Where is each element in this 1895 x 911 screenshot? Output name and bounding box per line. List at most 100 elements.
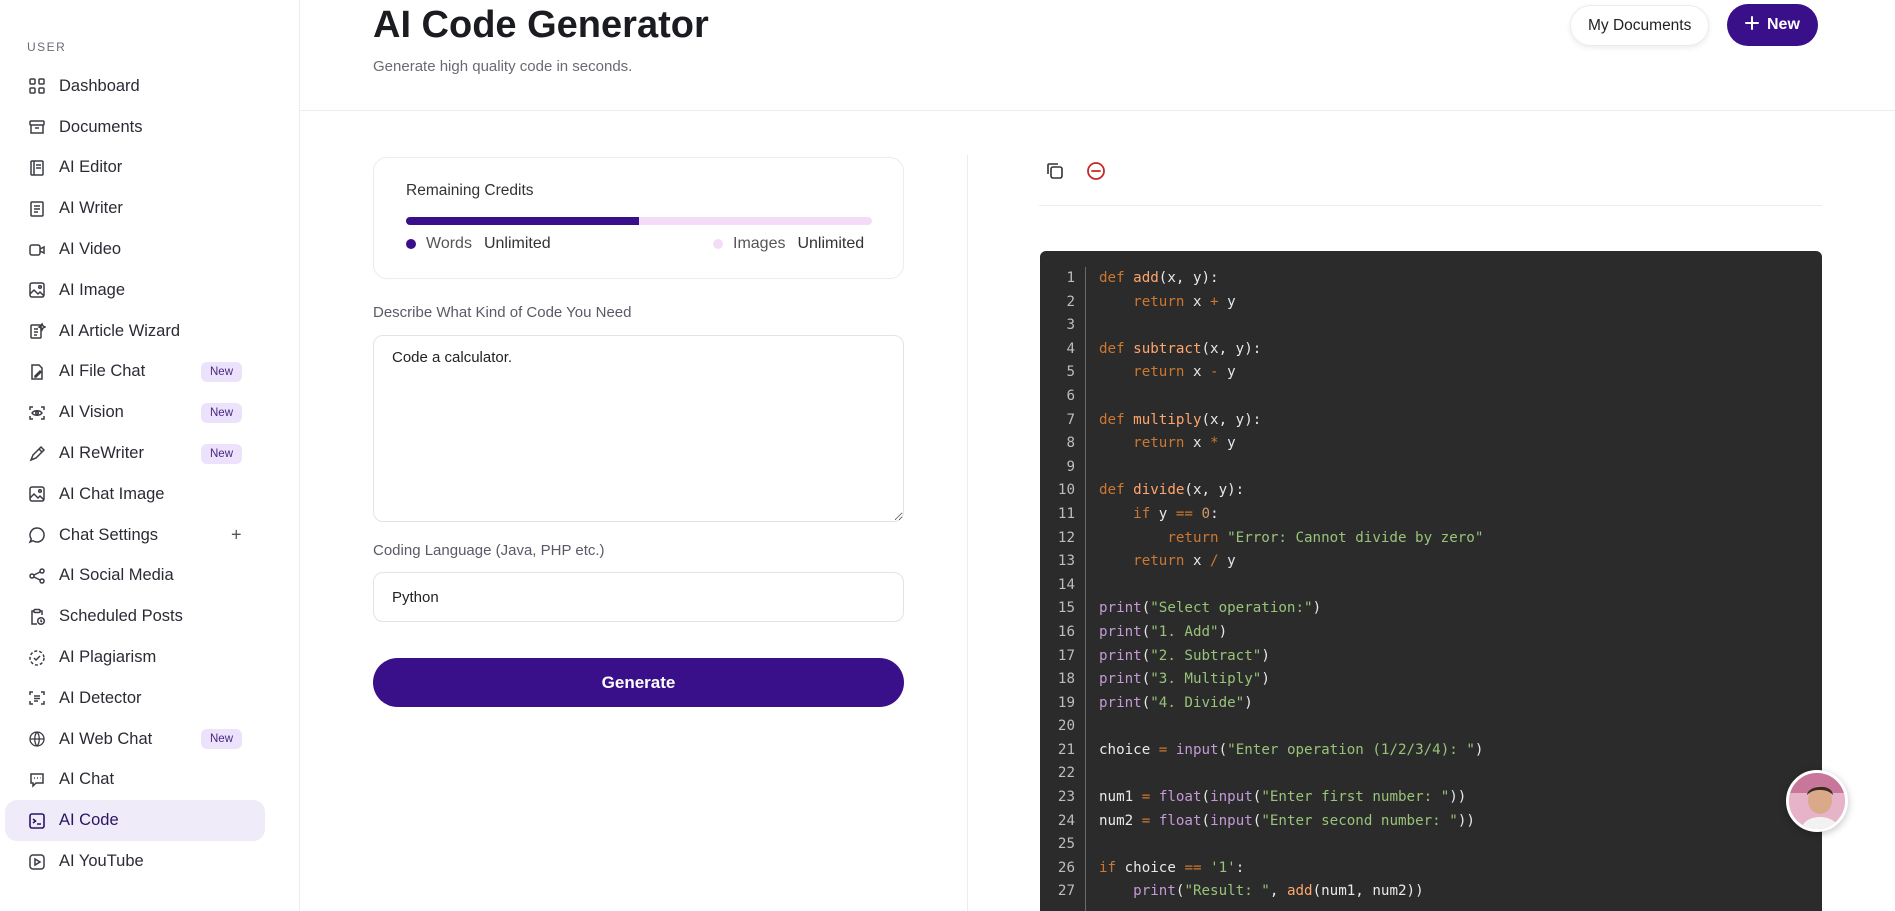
code-line: def subtract(x, y):: [1099, 340, 1262, 357]
code-line: num1 = float(input("Enter first number: …: [1099, 789, 1467, 806]
line-number: 27: [1057, 883, 1075, 900]
sidebar-item-ai-chat-image[interactable]: AI Chat Image: [5, 474, 265, 515]
code-line: if choice == '1':: [1099, 859, 1245, 876]
code-line: def multiply(x, y):: [1099, 411, 1262, 428]
wizard-icon: [27, 321, 47, 341]
sidebar-item-label: AI Editor: [59, 158, 123, 177]
code-line: return x * y: [1133, 435, 1236, 452]
code-line: print("3. Multiply"): [1099, 671, 1270, 688]
line-number: 22: [1057, 765, 1075, 782]
credits-title: Remaining Credits: [406, 182, 534, 199]
credits-progress-bar: [406, 217, 872, 225]
sidebar-item-ai-video[interactable]: AI Video: [5, 229, 265, 270]
minus-circle-icon[interactable]: [1085, 160, 1107, 182]
sidebar-item-label: AI Chat Image: [59, 484, 165, 503]
file-edit-icon: [27, 362, 47, 382]
sidebar-item-chat-settings[interactable]: Chat Settings +: [5, 515, 265, 556]
code-line: print("2. Subtract"): [1099, 647, 1270, 664]
credits-progress-fill: [406, 217, 639, 225]
images-value: Unlimited: [797, 235, 865, 252]
sidebar-item-documents[interactable]: Documents: [5, 107, 265, 148]
image-icon: [27, 280, 47, 300]
generate-button[interactable]: Generate: [373, 658, 904, 707]
video-icon: [27, 240, 47, 260]
line-number: 26: [1057, 859, 1075, 876]
code-line: print("Result: ", add(num1, num2)): [1133, 883, 1424, 900]
line-number: 21: [1057, 741, 1075, 758]
sidebar-item-ai-file-chat[interactable]: AI File Chat New: [5, 352, 265, 393]
code-line: return x - y: [1133, 364, 1236, 381]
add-icon[interactable]: +: [231, 525, 242, 546]
words-dot: [406, 239, 416, 249]
sidebar-item-ai-web-chat[interactable]: AI Web Chat New: [5, 719, 265, 760]
code-line: return "Error: Cannot divide by zero": [1167, 529, 1484, 546]
words-legend: Words Unlimited: [406, 235, 551, 253]
line-number: 13: [1057, 553, 1075, 570]
sidebar-item-ai-rewriter[interactable]: AI ReWriter New: [5, 433, 265, 474]
my-documents-button[interactable]: My Documents: [1570, 5, 1710, 46]
sidebar-item-dashboard[interactable]: Dashboard: [5, 66, 265, 107]
sidebar-item-ai-detector[interactable]: AI Detector: [5, 678, 265, 719]
pen-icon: [27, 444, 47, 464]
book-icon: [27, 158, 47, 178]
sidebar-item-label: Scheduled Posts: [59, 607, 183, 626]
sidebar-item-ai-article-wizard[interactable]: AI Article Wizard: [5, 311, 265, 352]
copy-icon[interactable]: [1044, 160, 1066, 182]
sidebar-item-label: AI Plagiarism: [59, 648, 157, 667]
words-label: Words: [426, 235, 472, 252]
new-badge: New: [201, 443, 243, 464]
line-number: 10: [1057, 482, 1075, 499]
sidebar-item-label: Dashboard: [59, 76, 140, 95]
description-label: Describe What Kind of Code You Need: [373, 304, 632, 321]
sidebar-item-ai-editor[interactable]: AI Editor: [5, 148, 265, 189]
sidebar-item-ai-social-media[interactable]: AI Social Media: [5, 556, 265, 597]
code-line: print("1. Add"): [1099, 623, 1228, 640]
line-number: 25: [1057, 836, 1075, 853]
chat-bubble-icon: [27, 525, 47, 545]
sidebar-item-scheduled-posts[interactable]: Scheduled Posts: [5, 596, 265, 637]
page-subtitle: Generate high quality code in seconds.: [373, 58, 633, 75]
line-number: 12: [1057, 529, 1075, 546]
line-number: 18: [1057, 671, 1075, 688]
page-header: AI Code Generator Generate high quality …: [300, 0, 1895, 111]
sidebar-item-ai-youtube[interactable]: AI YouTube: [5, 841, 265, 882]
language-input[interactable]: Python: [373, 572, 904, 622]
sidebar-item-label: AI ReWriter: [59, 444, 144, 463]
sidebar-item-label: AI Video: [59, 240, 122, 259]
description-textarea[interactable]: [373, 335, 904, 522]
grid-icon: [27, 76, 47, 96]
sidebar-item-ai-code[interactable]: AI Code: [5, 800, 265, 842]
language-label: Coding Language (Java, PHP etc.): [373, 542, 605, 559]
code-line: return x + y: [1133, 293, 1236, 310]
sidebar-item-label: AI Social Media: [59, 566, 174, 585]
code-output[interactable]: 1 2 3 4 5 6 7 8 9 10 11 12 13 14 15 16 17 18 19 20 21 22 23 24 2…: [1040, 251, 1822, 911]
sidebar-item-ai-image[interactable]: AI Image: [5, 270, 265, 311]
page-title: AI Code Generator: [373, 4, 709, 46]
code-line: choice = input("Enter operation (1/2/3/4…: [1099, 741, 1484, 758]
code-line: print("Select operation:"): [1099, 600, 1322, 617]
sidebar-item-ai-plagiarism[interactable]: AI Plagiarism: [5, 637, 265, 678]
line-number: 20: [1057, 718, 1075, 735]
code-line: def add(x, y):: [1099, 270, 1219, 286]
panel-divider: [967, 155, 968, 911]
sidebar-item-label: AI YouTube: [59, 852, 144, 871]
line-number: 19: [1057, 694, 1075, 711]
line-number: 15: [1057, 600, 1075, 617]
clipboard-clock-icon: [27, 607, 47, 627]
sidebar-item-ai-vision[interactable]: AI Vision New: [5, 392, 265, 433]
new-button[interactable]: New: [1727, 4, 1818, 46]
images-label: Images: [733, 235, 786, 252]
line-number: 23: [1057, 789, 1075, 806]
new-badge: New: [201, 361, 243, 382]
sidebar-item-ai-writer[interactable]: AI Writer: [5, 188, 265, 229]
code-line: if y == 0:: [1133, 505, 1219, 522]
line-number: 16: [1057, 623, 1075, 640]
sidebar-item-ai-chat[interactable]: AI Chat: [5, 760, 265, 801]
sidebar-item-label: Chat Settings: [59, 525, 159, 544]
support-avatar[interactable]: [1786, 770, 1848, 832]
